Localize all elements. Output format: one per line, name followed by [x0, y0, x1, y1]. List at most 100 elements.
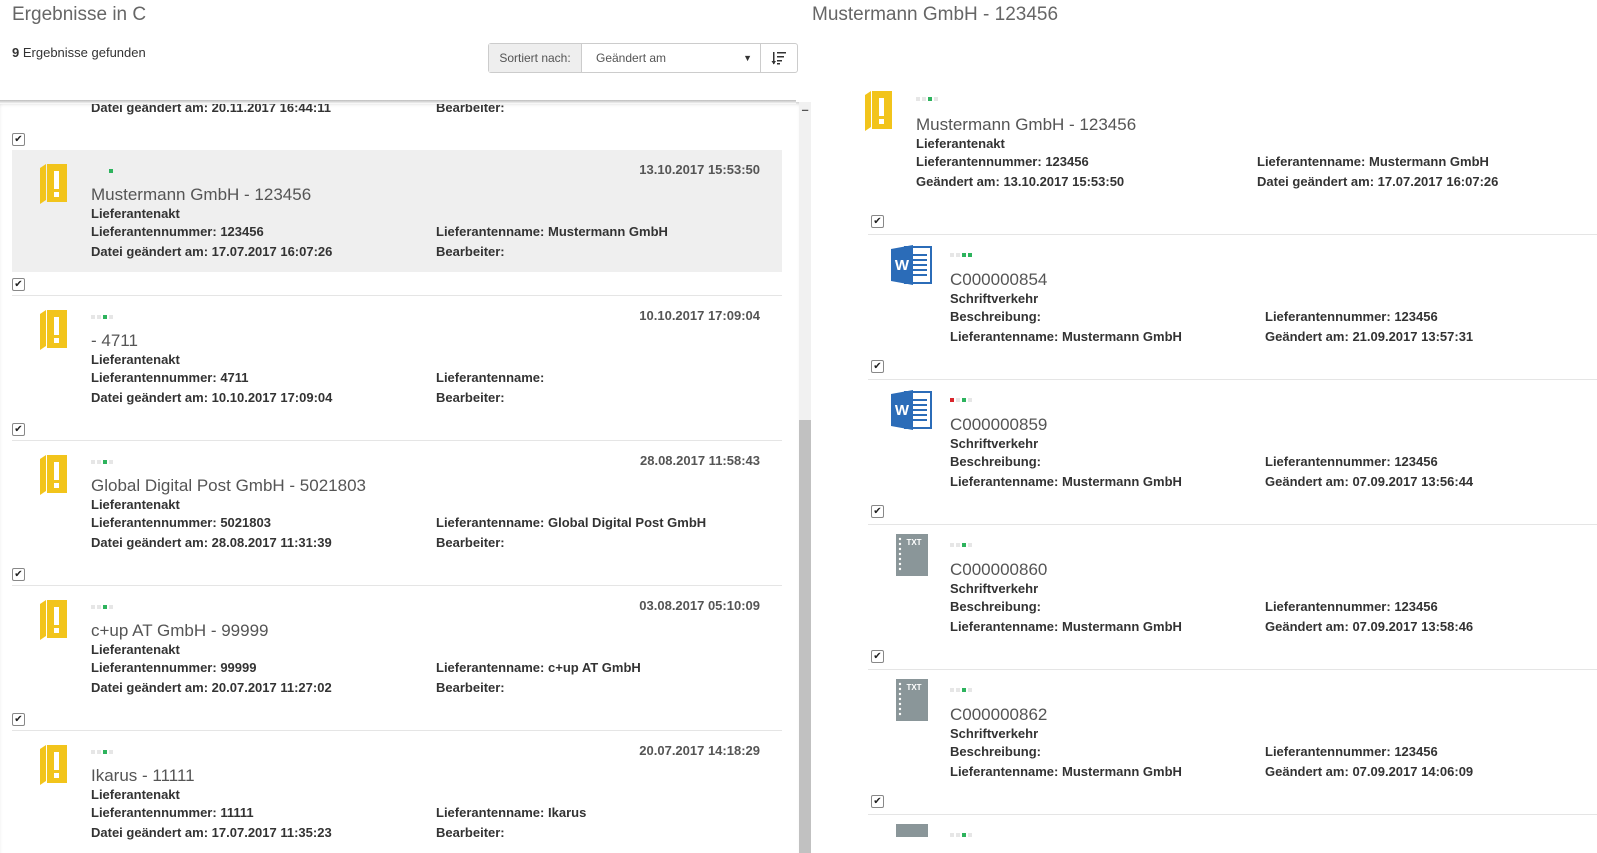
item-bearbeiter: Bearbeiter: — [436, 535, 505, 550]
item-checkbox[interactable]: ✔ — [12, 568, 25, 581]
list-item[interactable]: 13.10.2017 15:53:50 Mustermann GmbH - 12… — [12, 150, 782, 272]
detail-header-title: Mustermann GmbH - 123456 — [916, 115, 1137, 134]
document-type: Schriftverkehr — [950, 291, 1039, 306]
divider — [868, 524, 1597, 525]
document-type: Schriftverkehr — [950, 726, 1039, 741]
status-indicator — [950, 253, 972, 257]
document-type: Schriftverkehr — [950, 581, 1039, 596]
folder-icon — [40, 310, 67, 350]
item-name: Lieferantenname: c+up AT GmbH — [436, 660, 641, 675]
detail-header-datei: Datei geändert am: 17.07.2017 16:07:26 — [1257, 174, 1499, 189]
item-title[interactable]: c+up AT GmbH - 99999 — [91, 621, 269, 641]
word-icon: W — [891, 390, 932, 430]
item-title[interactable]: Mustermann GmbH - 123456 — [91, 185, 311, 205]
document-title[interactable]: C000000854 — [950, 270, 1047, 290]
item-checkbox[interactable]: ✔ — [12, 278, 25, 291]
item-date: 03.08.2017 05:10:09 — [639, 598, 760, 613]
document-beschreibung: Beschreibung: — [950, 309, 1042, 324]
divider — [868, 234, 1597, 235]
document-beschreibung: Beschreibung: — [950, 454, 1042, 469]
txt-icon: TXT — [896, 679, 928, 721]
detail-header-type: Lieferantenakt — [916, 136, 1005, 151]
result-count-number: 9 — [12, 45, 20, 60]
item-title[interactable]: - 4711 — [91, 331, 138, 351]
svg-text:TXT: TXT — [906, 538, 921, 547]
divider — [868, 669, 1597, 670]
item-bearbeiter: Bearbeiter: — [436, 680, 505, 695]
status-indicator — [91, 750, 113, 754]
document-type: Schriftverkehr — [950, 436, 1039, 451]
document-checkbox[interactable]: ✔ — [871, 650, 884, 663]
item-name: Lieferantenname: Global Digital Post Gmb… — [436, 515, 707, 530]
detail-pane: Mustermann GmbH - 123456 Mustermann GmbH… — [812, 0, 1597, 853]
status-indicator — [950, 688, 972, 692]
document-geaendert: Geändert am: 07.09.2017 14:06:09 — [1265, 764, 1474, 779]
word-icon: W — [891, 245, 932, 285]
txt-icon — [896, 824, 928, 837]
item-datei: Datei geändert am: 17.07.2017 16:07:26 — [91, 244, 333, 259]
folder-icon — [40, 164, 67, 204]
document-title[interactable]: C000000862 — [950, 705, 1047, 725]
list-top-shadow — [0, 100, 796, 104]
list-item[interactable]: 28.08.2017 11:58:43 Global Digital Post … — [12, 440, 782, 561]
item-type: Lieferantenakt — [91, 787, 180, 802]
status-indicator — [950, 398, 972, 402]
status-indicator — [91, 315, 113, 319]
document-title[interactable]: C000000859 — [950, 415, 1047, 435]
sort-order-button[interactable] — [761, 44, 797, 72]
item-datei: Datei geändert am: 20.07.2017 11:27:02 — [91, 680, 332, 695]
sort-label: Sortiert nach: — [489, 44, 582, 72]
document-geaendert: Geändert am: 21.09.2017 13:57:31 — [1265, 329, 1474, 344]
document-geaendert: Geändert am: 07.09.2017 13:56:44 — [1265, 474, 1474, 489]
item-date: 10.10.2017 17:09:04 — [639, 308, 760, 323]
item-title[interactable]: Ikarus - 11111 — [91, 766, 195, 786]
item-type: Lieferantenakt — [91, 497, 180, 512]
status-indicator — [950, 543, 972, 547]
document-nr: Lieferantennummer: 123456 — [1265, 744, 1438, 759]
item-nr: Lieferantennummer: 11111 — [91, 805, 254, 820]
scroll-up-icon[interactable]: ▁ — [802, 102, 808, 111]
document-checkbox[interactable]: ✔ — [871, 360, 884, 373]
document-beschreibung: Beschreibung: — [950, 744, 1042, 759]
document-title[interactable]: C000000860 — [950, 560, 1047, 580]
item-checkbox[interactable]: ✔ — [12, 133, 25, 146]
folder-icon — [865, 91, 892, 131]
item-checkbox[interactable]: ✔ — [12, 713, 25, 726]
item-nr: Lieferantennummer: 5021803 — [91, 515, 271, 530]
svg-text:W: W — [895, 402, 910, 419]
item-datei: Datei geändert am: 17.07.2017 11:35:23 — [91, 825, 332, 840]
sort-order-icon — [771, 52, 786, 65]
svg-text:W: W — [895, 257, 910, 274]
item-bearbeiter: Bearbeiter: — [436, 244, 505, 259]
item-bearbeiter: Bearbeiter: — [436, 825, 505, 840]
results-scrollbar-thumb[interactable] — [799, 420, 811, 853]
txt-icon: TXT — [896, 534, 928, 576]
item-checkbox[interactable]: ✔ — [12, 423, 25, 436]
item-datei: Datei geändert am: 10.10.2017 17:09:04 — [91, 390, 333, 405]
item-type: Lieferantenakt — [91, 352, 180, 367]
list-item[interactable]: 20.07.2017 14:18:29 Ikarus - 11111 Liefe… — [12, 730, 782, 851]
document-name: Lieferantenname: Mustermann GmbH — [950, 474, 1182, 489]
item-nr: Lieferantennummer: 99999 — [91, 660, 257, 675]
divider — [868, 379, 1597, 380]
document-geaendert: Geändert am: 07.09.2017 13:58:46 — [1265, 619, 1474, 634]
status-indicator — [950, 833, 972, 837]
document-checkbox[interactable]: ✔ — [871, 795, 884, 808]
item-bearbeiter: Bearbeiter: — [436, 390, 505, 405]
document-name: Lieferantenname: Mustermann GmbH — [950, 329, 1182, 344]
sort-select[interactable]: Geändert am ▼ — [582, 44, 761, 72]
detail-header-name: Lieferantenname: Mustermann GmbH — [1257, 154, 1489, 169]
result-count-label: Ergebnisse gefunden — [22, 45, 146, 60]
status-indicator — [91, 605, 113, 609]
document-name: Lieferantenname: Mustermann GmbH — [950, 764, 1182, 779]
header-checkbox[interactable]: ✔ — [871, 215, 884, 228]
item-title[interactable]: Global Digital Post GmbH - 5021803 — [91, 476, 366, 496]
list-item[interactable]: 10.10.2017 17:09:04 - 4711 Lieferantenak… — [12, 295, 782, 416]
document-name: Lieferantenname: Mustermann GmbH — [950, 619, 1182, 634]
folder-icon — [40, 455, 67, 495]
sort-select-value: Geändert am — [596, 51, 667, 65]
document-checkbox[interactable]: ✔ — [871, 505, 884, 518]
svg-text:TXT: TXT — [906, 683, 921, 692]
detail-header-geaendert: Geändert am: 13.10.2017 15:53:50 — [916, 174, 1125, 189]
list-item[interactable]: 03.08.2017 05:10:09 c+up AT GmbH - 99999… — [12, 585, 782, 706]
